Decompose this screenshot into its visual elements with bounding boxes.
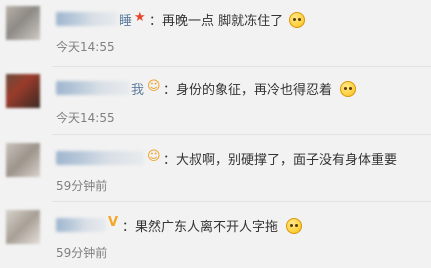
comment-time: 59分钟前 [56, 246, 108, 260]
comment-text: ：再晚一点 脚就冻住了 [149, 14, 284, 29]
avatar[interactable] [6, 6, 40, 40]
comment-time: 今天14:55 [56, 40, 115, 54]
comment-item: 我 ☺ ：身份的象征，再冷也得忍着 今天14:55 [0, 67, 431, 133]
avatar[interactable] [6, 210, 40, 244]
comment-time: 今天14:55 [56, 111, 115, 125]
comment-list: 睡 ★ ：再晚一点 脚就冻住了 今天14:55 我 ☺ ：身份的象征，再冷也得忍… [0, 0, 431, 268]
comment-text: ：果然广东人离不开人字拖 [122, 220, 279, 235]
username-blurred[interactable] [56, 218, 106, 232]
username-tail[interactable]: 我 [131, 79, 144, 98]
doge-emoji-icon [289, 12, 305, 28]
username-tail[interactable]: 睡 [119, 10, 132, 29]
comment-text: ：身份的象征，再冷也得忍着 [163, 83, 333, 98]
yellow-v-badge-icon: V [108, 215, 119, 230]
username-blurred[interactable] [56, 12, 118, 26]
comment-item: V ：果然广东人离不开人字拖 59分钟前 [0, 202, 431, 268]
username-blurred[interactable] [56, 151, 144, 165]
avatar[interactable] [6, 143, 40, 177]
comment-item: 睡 ★ ：再晚一点 脚就冻住了 今天14:55 [0, 0, 431, 66]
smiley-badge-icon: ☺ [147, 79, 161, 94]
doge-emoji-icon [286, 218, 302, 234]
red-star-icon: ★ [134, 10, 146, 25]
avatar[interactable] [6, 74, 40, 108]
doge-emoji-icon [340, 81, 356, 97]
smiley-badge-icon: ☺ [147, 149, 161, 164]
username-blurred[interactable] [56, 81, 130, 95]
comment-text: ：大叔啊，别硬撑了，面子没有身体重要 [163, 153, 398, 168]
comment-item: ☺ ：大叔啊，别硬撑了，面子没有身体重要 59分钟前 [0, 135, 431, 201]
comment-time: 59分钟前 [56, 179, 108, 193]
